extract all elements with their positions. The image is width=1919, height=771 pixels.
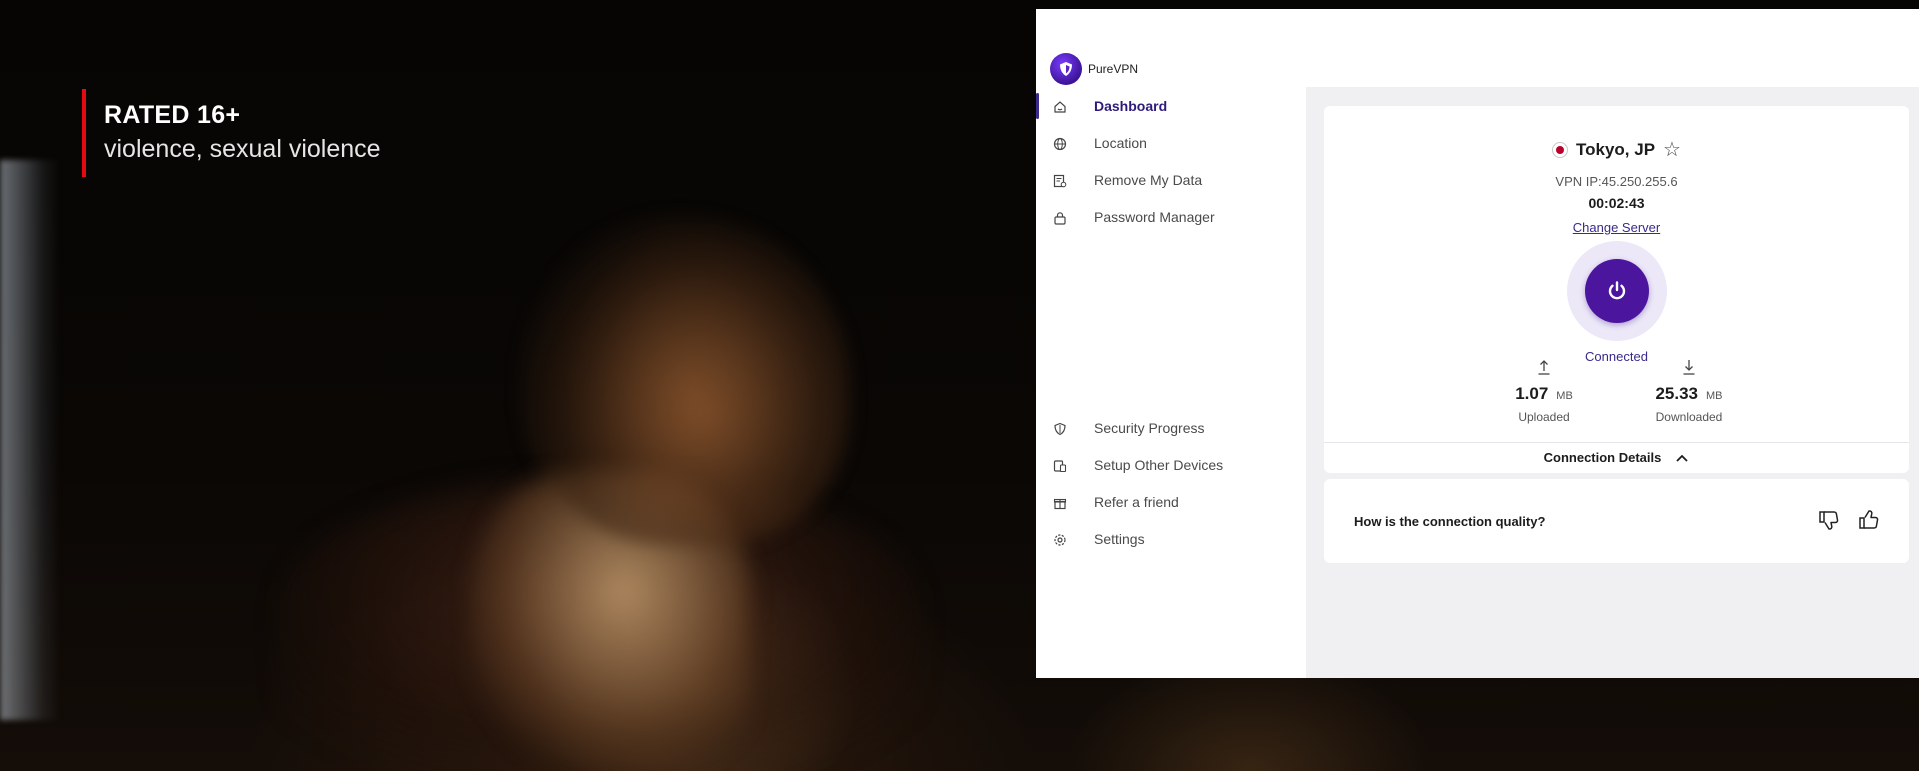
devices-icon bbox=[1052, 458, 1068, 474]
sidebar-item-setup-other-devices[interactable]: Setup Other Devices bbox=[1036, 446, 1306, 484]
connection-timer: 00:02:43 bbox=[1588, 195, 1645, 211]
thumbs-up-icon bbox=[1859, 510, 1879, 529]
sidebar-item-label: Dashboard bbox=[1094, 98, 1168, 114]
downloaded-value: 25.33 bbox=[1655, 384, 1699, 403]
brand: PureVPN bbox=[1050, 53, 1138, 85]
server-name: Tokyo, JP bbox=[1576, 140, 1656, 159]
favorite-star-icon[interactable]: ☆ bbox=[1663, 140, 1681, 160]
sidebar: Dashboard Location Remove My Data Passwo… bbox=[1036, 87, 1306, 678]
gift-icon bbox=[1052, 495, 1068, 511]
chevron-up-icon bbox=[1676, 454, 1689, 462]
sidebar-item-label: Remove My Data bbox=[1094, 172, 1203, 188]
rating-description: violence, sexual violence bbox=[104, 135, 381, 163]
figure-head bbox=[520, 215, 850, 545]
sidebar-item-label: Refer a friend bbox=[1094, 494, 1179, 510]
vpn-app-window: PureVPN Dashboard Location Remove My Dat… bbox=[1036, 9, 1919, 678]
thumbs-down-icon bbox=[1819, 511, 1839, 530]
upload-arrow-icon bbox=[1538, 360, 1550, 375]
connection-card: Tokyo, JP ☆ VPN IP:45.250.255.6 00:02:43… bbox=[1324, 106, 1909, 473]
power-button[interactable] bbox=[1585, 259, 1649, 323]
globe-icon bbox=[1052, 136, 1068, 152]
sidebar-item-label: Location bbox=[1094, 135, 1147, 151]
sidebar-item-label: Settings bbox=[1094, 531, 1145, 547]
download-stat: 25.33 MB Downloaded bbox=[1619, 358, 1759, 424]
sidebar-item-label: Setup Other Devices bbox=[1094, 457, 1224, 473]
sidebar-item-location[interactable]: Location bbox=[1036, 124, 1306, 162]
japan-flag-icon bbox=[1552, 142, 1568, 158]
power-icon bbox=[1608, 281, 1626, 300]
change-server-link[interactable]: Change Server bbox=[1573, 220, 1660, 235]
connection-status: Connected bbox=[1585, 349, 1648, 364]
gear-icon bbox=[1052, 532, 1068, 548]
sidebar-item-remove-my-data[interactable]: Remove My Data bbox=[1036, 161, 1306, 199]
downloaded-label: Downloaded bbox=[1655, 410, 1723, 424]
shield-icon bbox=[1052, 421, 1068, 437]
connection-details-label: Connection Details bbox=[1543, 450, 1662, 465]
sidebar-item-password-manager[interactable]: Password Manager bbox=[1036, 198, 1306, 236]
purevpn-logo-icon bbox=[1050, 53, 1082, 85]
sidebar-item-refer-a-friend[interactable]: Refer a friend bbox=[1036, 483, 1306, 521]
server-row: Tokyo, JP ☆ bbox=[1324, 140, 1909, 160]
home-icon bbox=[1052, 99, 1068, 115]
sidebar-item-dashboard[interactable]: Dashboard bbox=[1036, 87, 1306, 125]
maturity-rating: RATED 16+ violence, sexual violence bbox=[82, 89, 381, 177]
uploaded-value: 1.07 bbox=[1515, 384, 1549, 403]
background-window-light bbox=[0, 160, 60, 720]
main-panel: Tokyo, JP ☆ VPN IP:45.250.255.6 00:02:43… bbox=[1306, 87, 1919, 678]
lock-icon bbox=[1052, 210, 1068, 226]
thumbs-down-button[interactable] bbox=[1816, 507, 1842, 533]
connection-details-toggle[interactable]: Connection Details bbox=[1324, 442, 1909, 472]
app-name: PureVPN bbox=[1088, 62, 1139, 76]
rating-title: RATED 16+ bbox=[104, 101, 241, 129]
uploaded-label: Uploaded bbox=[1518, 410, 1570, 424]
change-server-wrapper: Change Server bbox=[1324, 219, 1909, 237]
upload-stat: 1.07 MB Uploaded bbox=[1474, 358, 1614, 424]
power-button-ring bbox=[1567, 241, 1667, 341]
feedback-card: How is the connection quality? bbox=[1324, 479, 1909, 563]
uploaded-unit: MB bbox=[1556, 390, 1573, 402]
downloaded-unit: MB bbox=[1706, 390, 1723, 402]
sidebar-item-label: Password Manager bbox=[1094, 209, 1215, 225]
thumbs-up-button[interactable] bbox=[1856, 507, 1882, 533]
sidebar-item-security-progress[interactable]: Security Progress bbox=[1036, 409, 1306, 447]
feedback-question: How is the connection quality? bbox=[1354, 514, 1546, 529]
data-removal-icon bbox=[1052, 173, 1068, 189]
download-arrow-icon bbox=[1683, 360, 1695, 375]
sidebar-item-settings[interactable]: Settings bbox=[1036, 520, 1306, 558]
sidebar-item-label: Security Progress bbox=[1094, 420, 1205, 436]
vpn-ip: VPN IP:45.250.255.6 bbox=[1555, 174, 1678, 189]
